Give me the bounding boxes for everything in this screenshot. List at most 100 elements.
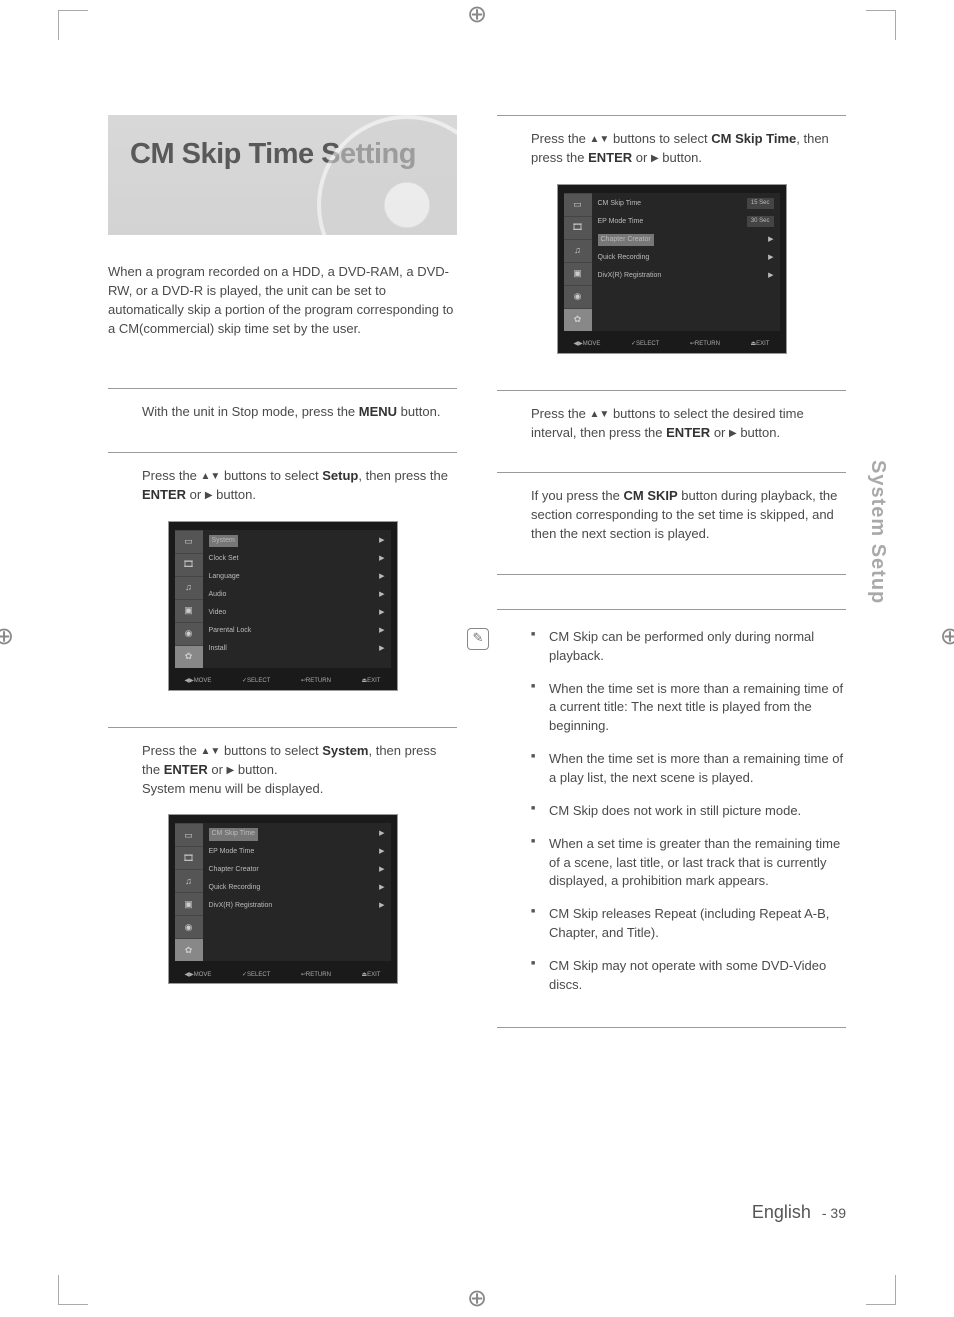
up-down-arrows-icon: ▲▼ — [201, 471, 221, 482]
menu-item: System — [322, 743, 368, 758]
osd-hint: ⏏EXIT — [750, 340, 769, 349]
menu-item: CM Skip Time — [711, 131, 796, 146]
osd-body: CM Skip Time15 SecEP Mode Time30 SecChap… — [592, 193, 780, 331]
up-down-arrows-icon: ▲▼ — [590, 409, 610, 420]
osd-hint: ⏏EXIT — [361, 971, 380, 980]
photo-icon: ▣ — [175, 892, 203, 915]
step-text: or — [632, 150, 651, 165]
music-icon: ♫ — [175, 869, 203, 892]
step-text: Press the — [142, 743, 201, 758]
button-name: CM SKIP — [624, 488, 678, 503]
onscreen-menu-system: System ▭ 🎞 ♫ ▣ ◉ ✿ CM Skip Time▶EP Mode … — [168, 814, 398, 984]
note-list: CM Skip can be performed only during nor… — [531, 628, 846, 995]
note-block: ✎ CM Skip can be performed only during n… — [497, 609, 846, 1028]
music-icon: ♫ — [175, 576, 203, 599]
osd-title: System — [269, 803, 296, 815]
osd-title: System — [658, 173, 685, 185]
osd-hint: ↩RETURN — [301, 677, 331, 686]
step-text: button. — [659, 150, 702, 165]
footer-language: English — [752, 1202, 811, 1222]
step-text: buttons to select — [609, 131, 711, 146]
play-icon: ▶ — [729, 428, 737, 439]
step-text: or — [710, 425, 729, 440]
page-footer: English - 39 — [752, 1199, 846, 1225]
step-1: With the unit in Stop mode, press the ME… — [108, 388, 457, 452]
onscreen-menu-setup: Setup ▭ 🎞 ♫ ▣ ◉ ✿ System▶Clock Set▶Langu… — [168, 521, 398, 691]
gear-icon: ✿ — [175, 938, 203, 961]
osd-hint: ✓SELECT — [242, 677, 270, 686]
button-name: ENTER — [142, 487, 186, 502]
step-text: button. — [213, 487, 256, 502]
step-text: Press the — [531, 131, 590, 146]
step-text: button. — [737, 425, 780, 440]
step-tail: System menu will be displayed. — [142, 781, 323, 796]
play-icon: ▶ — [651, 153, 659, 164]
music-icon: ♫ — [564, 239, 592, 262]
step-text: or — [208, 762, 227, 777]
film-icon: 🎞 — [175, 553, 203, 576]
page-content: CM Skip Time Setting When a program reco… — [108, 115, 846, 1225]
osd-hint: ◀▶MOVE — [185, 677, 212, 686]
osd-body: System▶Clock Set▶Language▶Audio▶Video▶Pa… — [203, 530, 391, 668]
footer-page-number: - 39 — [822, 1205, 846, 1221]
step-text: buttons to select — [220, 468, 322, 483]
osd-title: Setup — [272, 510, 293, 522]
step-text: , then press the — [358, 468, 448, 483]
disc-icon: ◉ — [564, 285, 592, 308]
step-3: Press the ▲▼ buttons to select System, t… — [108, 727, 457, 1021]
nav-icon: ▭ — [564, 193, 592, 216]
up-down-arrows-icon: ▲▼ — [590, 134, 610, 145]
button-name: ENTER — [164, 762, 208, 777]
gear-icon: ✿ — [175, 645, 203, 668]
note-item: CM Skip does not work in still picture m… — [531, 802, 846, 821]
step-text: If you press the — [531, 488, 624, 503]
nav-icon: ▭ — [175, 530, 203, 553]
step-text: button. — [397, 404, 440, 419]
osd-hint: ↩RETURN — [690, 340, 720, 349]
osd-footer: ◀▶MOVE ✓SELECT ↩RETURN ⏏EXIT — [169, 971, 397, 980]
osd-sidebar: ▭ 🎞 ♫ ▣ ◉ ✿ — [564, 193, 592, 331]
osd-hint: ✓SELECT — [242, 971, 270, 980]
left-column: CM Skip Time Setting When a program reco… — [108, 115, 457, 1225]
disc-icon: ◉ — [175, 622, 203, 645]
step-text: Press the — [531, 406, 590, 421]
crop-mark — [866, 10, 896, 40]
button-name: MENU — [359, 404, 397, 419]
button-name: ENTER — [666, 425, 710, 440]
button-name: ENTER — [588, 150, 632, 165]
osd-sidebar: ▭ 🎞 ♫ ▣ ◉ ✿ — [175, 823, 203, 961]
step-2: Press the ▲▼ buttons to select Setup, th… — [108, 452, 457, 727]
registration-mark-icon: ⊕ — [467, 0, 487, 33]
onscreen-menu-cmskip: System ▭ 🎞 ♫ ▣ ◉ ✿ CM Skip Time15 SecEP … — [557, 184, 787, 354]
osd-body: CM Skip Time▶EP Mode Time▶Chapter Creato… — [203, 823, 391, 961]
registration-mark-icon: ⊕ — [940, 620, 954, 655]
nav-icon: ▭ — [175, 823, 203, 846]
note-item: CM Skip releases Repeat (including Repea… — [531, 905, 846, 943]
step-text: buttons to select — [220, 743, 322, 758]
note-item: When the time set is more than a remaini… — [531, 750, 846, 788]
osd-hint: ⏏EXIT — [361, 677, 380, 686]
up-down-arrows-icon: ▲▼ — [201, 746, 221, 757]
right-column: Press the ▲▼ buttons to select CM Skip T… — [497, 115, 846, 1225]
note-item: When a set time is greater than the rema… — [531, 835, 846, 892]
step-text: Press the — [142, 468, 201, 483]
note-item: CM Skip may not operate with some DVD-Vi… — [531, 957, 846, 995]
osd-hint: ✓SELECT — [631, 340, 659, 349]
osd-footer: ◀▶MOVE ✓SELECT ↩RETURN ⏏EXIT — [558, 340, 786, 349]
osd-footer: ◀▶MOVE ✓SELECT ↩RETURN ⏏EXIT — [169, 677, 397, 686]
film-icon: 🎞 — [564, 216, 592, 239]
gear-icon: ✿ — [564, 308, 592, 331]
note-item: CM Skip can be performed only during nor… — [531, 628, 846, 666]
registration-mark-icon: ⊕ — [467, 1282, 487, 1317]
menu-item: Setup — [322, 468, 358, 483]
play-icon: ▶ — [205, 490, 213, 501]
note-item: When the time set is more than a remaini… — [531, 680, 846, 737]
film-icon: 🎞 — [175, 846, 203, 869]
osd-hint: ↩RETURN — [301, 971, 331, 980]
photo-icon: ▣ — [175, 599, 203, 622]
step-5: Press the ▲▼ buttons to select the desir… — [497, 390, 846, 473]
step-6: If you press the CM SKIP button during p… — [497, 472, 846, 575]
step-4: Press the ▲▼ buttons to select CM Skip T… — [497, 115, 846, 390]
step-text: With the unit in Stop mode, press the — [142, 404, 359, 419]
osd-sidebar: ▭ 🎞 ♫ ▣ ◉ ✿ — [175, 530, 203, 668]
